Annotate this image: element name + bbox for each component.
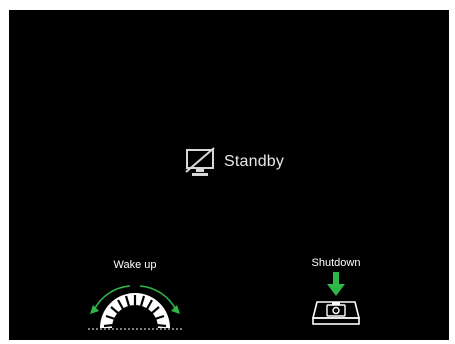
- press-button-icon: [311, 272, 361, 325]
- rotate-dial-icon: [88, 285, 182, 330]
- standby-screen: Standby Wake up Shutdown: [9, 10, 449, 340]
- wake-up-hint: Wake up: [79, 258, 191, 334]
- shutdown-hint: Shutdown: [301, 256, 371, 336]
- wake-up-label: Wake up: [113, 259, 157, 271]
- standby-status: Standby: [184, 146, 284, 178]
- standby-label: Standby: [224, 153, 285, 170]
- shutdown-label: Shutdown: [311, 257, 361, 269]
- monitor-off-icon: [185, 147, 215, 176]
